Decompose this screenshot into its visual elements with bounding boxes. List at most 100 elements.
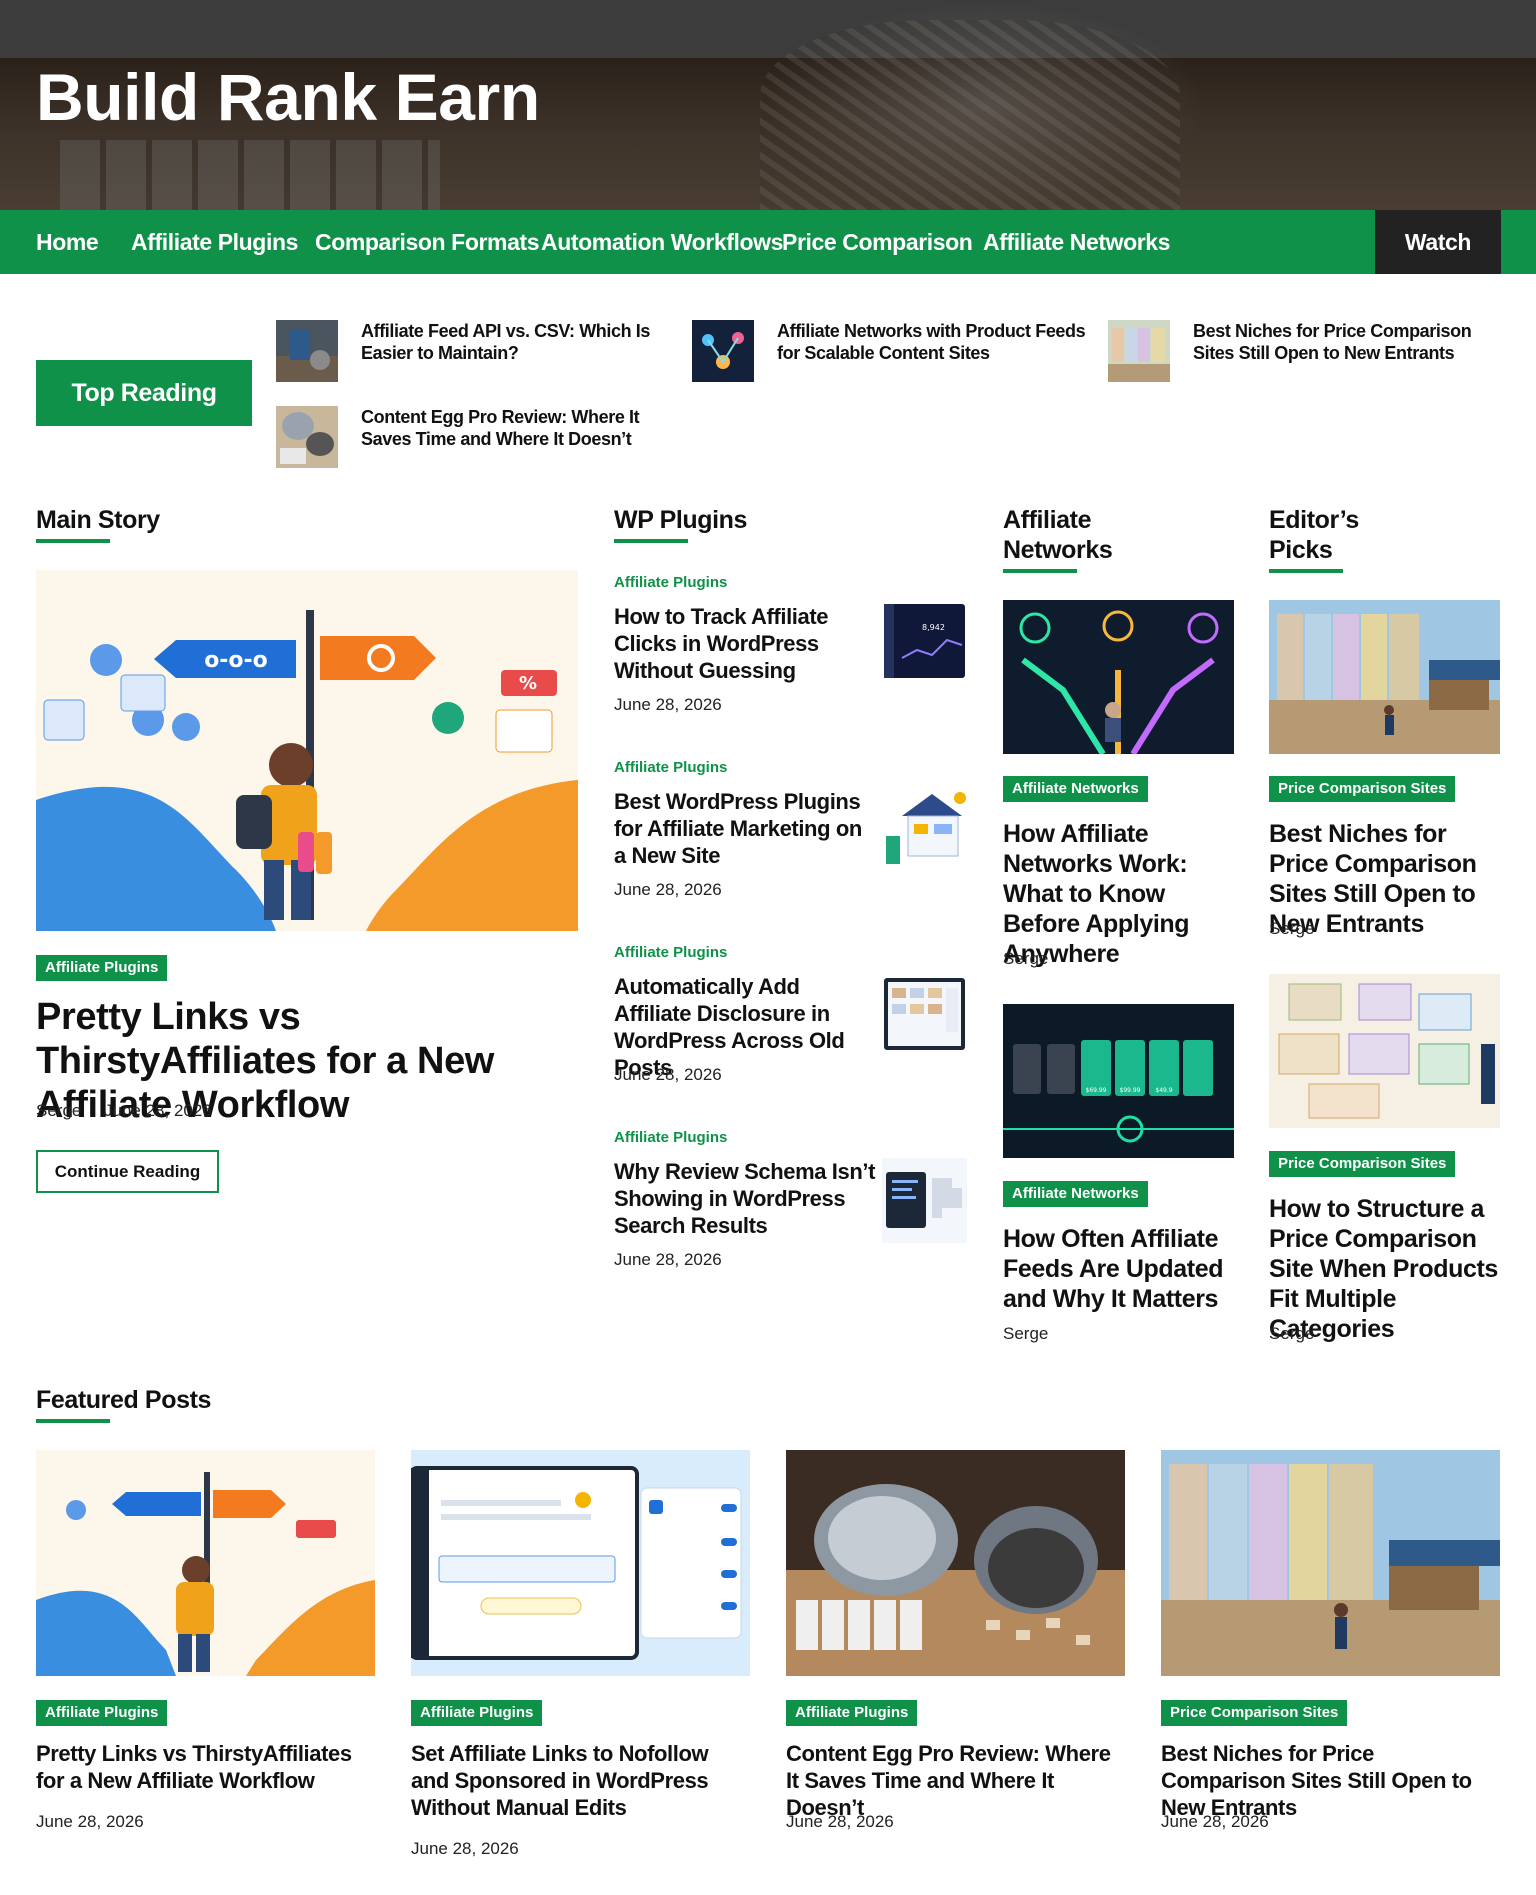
featured-post-date: June 28, 2026 bbox=[1161, 1812, 1269, 1831]
wp-post-title[interactable]: Why Review Schema Isn’t Showing in WordP… bbox=[614, 1158, 876, 1239]
editors-picks-category-badge[interactable]: Price Comparison Sites bbox=[1269, 776, 1456, 802]
featured-posts-heading: Featured Posts bbox=[36, 1385, 211, 1423]
affiliate-networks-post-image[interactable]: $69.99 $99.99 $49.9 bbox=[1003, 1004, 1234, 1158]
main-story-category-badge[interactable]: Affiliate Plugins bbox=[36, 955, 168, 981]
continue-reading-button[interactable]: Continue Reading bbox=[36, 1150, 219, 1193]
affiliate-networks-post-author[interactable]: Serge bbox=[1003, 949, 1048, 969]
signpost-orange-arrow bbox=[320, 636, 436, 680]
main-navigation: Home Affiliate Plugins Comparison Format… bbox=[0, 210, 1536, 274]
featured-post-date: June 28, 2026 bbox=[411, 1839, 519, 1858]
affiliate-networks-post-image[interactable] bbox=[1003, 600, 1234, 754]
featured-post-title[interactable]: Best Niches for Price Comparison Sites S… bbox=[1161, 1740, 1500, 1821]
affiliate-networks-category-badge[interactable]: Affiliate Networks bbox=[1003, 1181, 1148, 1207]
editors-picks-category-badge[interactable]: Price Comparison Sites bbox=[1269, 1151, 1456, 1177]
featured-post-title[interactable]: Set Affiliate Links to Nofollow and Spon… bbox=[411, 1740, 750, 1821]
featured-posts-heading-text: Featured Posts bbox=[36, 1386, 212, 1414]
wp-post-title[interactable]: How to Track Affiliate Clicks in WordPre… bbox=[614, 603, 876, 684]
discount-label: % bbox=[519, 673, 537, 694]
featured-post-category-badge[interactable]: Affiliate Plugins bbox=[411, 1700, 543, 1726]
featured-post-image[interactable] bbox=[36, 1450, 375, 1676]
featured-post-title[interactable]: Pretty Links vs ThirstyAffiliates for a … bbox=[36, 1740, 375, 1794]
featured-post-image[interactable] bbox=[411, 1450, 750, 1676]
nav-watch-button[interactable]: Watch bbox=[1375, 210, 1501, 274]
wp-post-date: June 28, 2026 bbox=[614, 1250, 722, 1269]
main-story-heading-text: Main Story bbox=[36, 506, 160, 534]
heading-underline bbox=[1269, 569, 1343, 573]
top-reading-thumbnail[interactable] bbox=[276, 320, 338, 382]
top-reading-thumbnail[interactable] bbox=[276, 406, 338, 468]
signpost-label: o-o-o bbox=[204, 648, 268, 673]
editors-picks-heading: Editor’s Picks bbox=[1269, 505, 1359, 573]
wp-post-date: June 28, 2026 bbox=[614, 1065, 722, 1084]
top-reading-label: Top Reading bbox=[36, 360, 252, 426]
editors-picks-heading-line1: Editor’s bbox=[1269, 506, 1359, 534]
top-reading-title[interactable]: Affiliate Feed API vs. CSV: Which Is Eas… bbox=[361, 320, 666, 364]
price-label: $49.9 bbox=[1155, 1087, 1172, 1094]
featured-post-date: June 28, 2026 bbox=[36, 1812, 144, 1831]
affiliate-networks-post-author[interactable]: Serge bbox=[1003, 1324, 1048, 1344]
featured-post-category-badge[interactable]: Affiliate Plugins bbox=[786, 1700, 918, 1726]
heading-underline bbox=[1003, 569, 1077, 573]
editors-picks-heading-line2: Picks bbox=[1269, 536, 1333, 564]
wp-plugins-heading: WP Plugins bbox=[614, 505, 747, 543]
featured-post-image[interactable] bbox=[786, 1450, 1125, 1676]
wp-post-date: June 28, 2026 bbox=[614, 695, 722, 714]
wp-post-thumbnail[interactable]: 8,942 bbox=[882, 600, 967, 685]
nav-affiliate-networks[interactable]: Affiliate Networks bbox=[983, 210, 1170, 274]
top-reading-item[interactable]: Affiliate Networks with Product Feeds fo… bbox=[692, 320, 1092, 382]
editors-picks-post-image[interactable] bbox=[1269, 600, 1500, 754]
featured-post-category-badge[interactable]: Price Comparison Sites bbox=[1161, 1700, 1348, 1726]
affiliate-networks-post-title[interactable]: How Affiliate Networks Work: What to Kno… bbox=[1003, 819, 1235, 969]
wp-post-date: June 28, 2026 bbox=[614, 880, 722, 899]
site-header: Build Rank Earn bbox=[0, 0, 1536, 210]
top-reading-item[interactable]: Content Egg Pro Review: Where It Saves T… bbox=[276, 406, 666, 468]
price-label: $99.99 bbox=[1120, 1087, 1141, 1094]
editors-picks-post-author[interactable]: Serge bbox=[1269, 1324, 1314, 1344]
wp-post-thumbnail[interactable] bbox=[882, 972, 967, 1057]
nav-automation-workflows[interactable]: Automation Workflows bbox=[541, 210, 783, 274]
editors-picks-post-author[interactable]: Serge bbox=[1269, 919, 1314, 939]
signpost-blue-arrow: o-o-o bbox=[154, 640, 296, 678]
featured-post-date: June 28, 2026 bbox=[786, 1812, 894, 1831]
wp-post-category[interactable]: Affiliate Plugins bbox=[614, 574, 727, 591]
heading-underline bbox=[614, 539, 688, 543]
site-title[interactable]: Build Rank Earn bbox=[36, 64, 540, 130]
featured-post-image[interactable] bbox=[1161, 1450, 1500, 1676]
top-reading-item[interactable]: Affiliate Feed API vs. CSV: Which Is Eas… bbox=[276, 320, 666, 382]
wp-post-thumbnail[interactable] bbox=[882, 786, 967, 871]
heading-underline bbox=[36, 1419, 110, 1423]
price-label: $69.99 bbox=[1086, 1087, 1107, 1094]
heading-underline bbox=[36, 539, 110, 543]
top-reading-thumbnail[interactable] bbox=[1108, 320, 1170, 382]
affiliate-networks-heading-line1: Affiliate bbox=[1003, 506, 1092, 534]
top-reading-title[interactable]: Best Niches for Price Comparison Sites S… bbox=[1193, 320, 1508, 364]
top-reading-title[interactable]: Affiliate Networks with Product Feeds fo… bbox=[777, 320, 1092, 364]
wp-post-title[interactable]: Best WordPress Plugins for Affiliate Mar… bbox=[614, 788, 876, 869]
wp-post-thumbnail[interactable] bbox=[882, 1158, 967, 1243]
wp-post-category[interactable]: Affiliate Plugins bbox=[614, 759, 727, 776]
wp-post-category[interactable]: Affiliate Plugins bbox=[614, 1129, 727, 1146]
top-reading-title[interactable]: Content Egg Pro Review: Where It Saves T… bbox=[361, 406, 666, 450]
header-background-tags bbox=[760, 20, 1180, 210]
editors-picks-post-image[interactable] bbox=[1269, 974, 1500, 1128]
nav-home[interactable]: Home bbox=[36, 210, 99, 274]
nav-price-comparison[interactable]: Price Comparison bbox=[782, 210, 973, 274]
wp-plugins-heading-text: WP Plugins bbox=[614, 506, 748, 534]
main-story-image[interactable]: o-o-o % bbox=[36, 570, 578, 931]
nav-affiliate-plugins[interactable]: Affiliate Plugins bbox=[131, 210, 298, 274]
main-story-author[interactable]: Serge bbox=[36, 1101, 81, 1121]
affiliate-networks-heading: Affiliate Networks bbox=[1003, 505, 1113, 573]
wp-post-category[interactable]: Affiliate Plugins bbox=[614, 944, 727, 961]
nav-comparison-formats[interactable]: Comparison Formats bbox=[315, 210, 540, 274]
top-reading-item[interactable]: Best Niches for Price Comparison Sites S… bbox=[1108, 320, 1508, 382]
header-background-boxes bbox=[60, 140, 440, 210]
featured-post-category-badge[interactable]: Affiliate Plugins bbox=[36, 1700, 168, 1726]
featured-post-title[interactable]: Content Egg Pro Review: Where It Saves T… bbox=[786, 1740, 1125, 1821]
click-stat: 8,942 bbox=[922, 623, 945, 632]
main-story-heading: Main Story bbox=[36, 505, 160, 543]
editors-picks-post-title[interactable]: How to Structure a Price Comparison Site… bbox=[1269, 1194, 1501, 1344]
affiliate-networks-heading-line2: Networks bbox=[1003, 536, 1113, 564]
top-reading-thumbnail[interactable] bbox=[692, 320, 754, 382]
affiliate-networks-post-title[interactable]: How Often Affiliate Feeds Are Updated an… bbox=[1003, 1224, 1235, 1314]
affiliate-networks-category-badge[interactable]: Affiliate Networks bbox=[1003, 776, 1148, 802]
